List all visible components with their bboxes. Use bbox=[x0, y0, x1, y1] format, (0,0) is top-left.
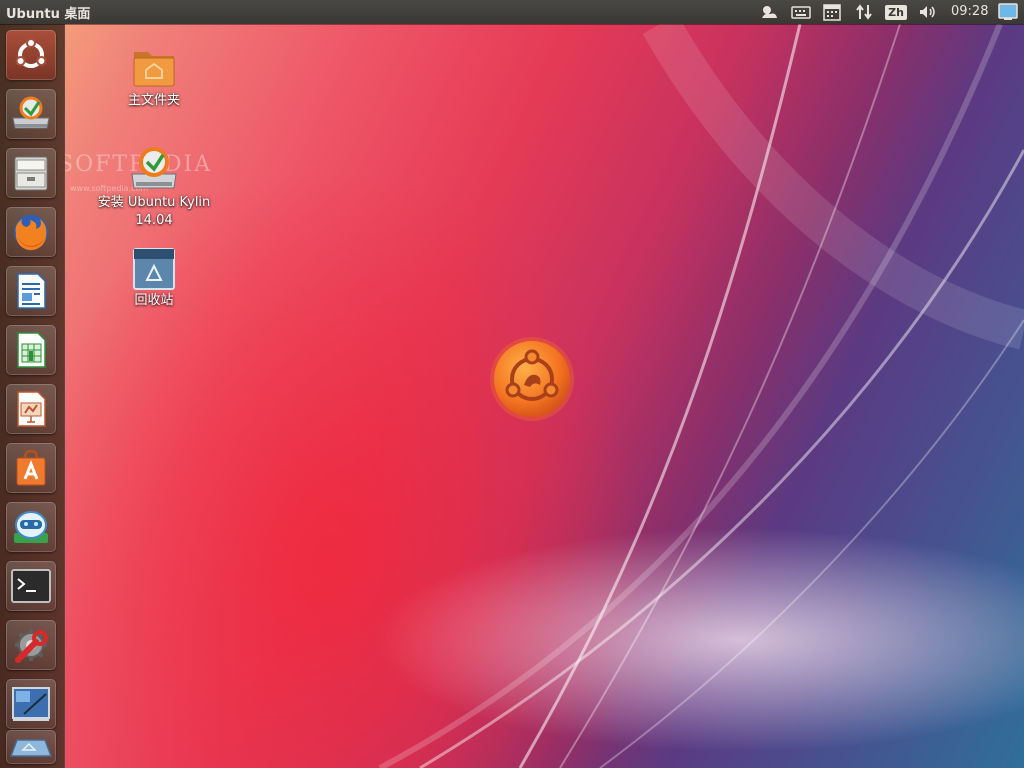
calendar-icon[interactable] bbox=[821, 2, 843, 22]
panel-title: Ubuntu 桌面 bbox=[6, 7, 91, 22]
trash-button[interactable] bbox=[6, 730, 56, 764]
keyboard-icon[interactable] bbox=[790, 2, 812, 22]
input-method-indicator[interactable]: Zh bbox=[885, 2, 907, 22]
trash-icon bbox=[9, 739, 53, 757]
volume-icon[interactable] bbox=[917, 2, 939, 22]
weather-icon[interactable] bbox=[758, 2, 780, 22]
files-button[interactable] bbox=[6, 148, 56, 198]
impress-presentation-icon bbox=[17, 391, 46, 427]
system-settings-button[interactable] bbox=[6, 620, 56, 670]
software-center-button[interactable] bbox=[6, 443, 56, 493]
installer-drive-icon bbox=[12, 96, 50, 129]
desktop-icon-label: 安装 Ubuntu Kylin 14.04 bbox=[97, 195, 211, 228]
desktop-icon-home-folder[interactable]: 主文件夹 bbox=[94, 44, 214, 110]
input-method-label: Zh bbox=[885, 4, 907, 20]
terminal-icon bbox=[11, 569, 51, 603]
firefox-icon bbox=[14, 215, 48, 251]
desktop-icon-label: 主文件夹 bbox=[127, 93, 180, 108]
desktop-icon-label: 回收站 bbox=[134, 293, 174, 308]
ubuntu-kylin-logo bbox=[490, 337, 574, 421]
desktop-icon-install-ubuntu-kylin[interactable]: 安装 Ubuntu Kylin 14.04 bbox=[94, 144, 214, 230]
top-panel: Ubuntu 桌面 Zh 09:28 bbox=[0, 0, 1024, 24]
terminal-button[interactable] bbox=[6, 561, 56, 611]
firefox-button[interactable] bbox=[6, 207, 56, 257]
robot-assistant-icon bbox=[14, 511, 48, 543]
writer-document-icon bbox=[17, 273, 46, 309]
clock[interactable]: 09:28 bbox=[951, 4, 988, 19]
installer-drive-icon bbox=[131, 147, 177, 189]
desktop-icon-trash[interactable]: 回收站 bbox=[94, 246, 214, 310]
home-folder-icon bbox=[133, 52, 175, 87]
software-bag-icon bbox=[16, 449, 46, 486]
trash-bin-icon bbox=[133, 248, 175, 290]
calc-spreadsheet-icon bbox=[17, 332, 46, 368]
session-menu-icon[interactable] bbox=[996, 2, 1020, 22]
workspace-switcher-button[interactable] bbox=[6, 679, 56, 729]
libreoffice-calc-button[interactable] bbox=[6, 325, 56, 375]
wrench-settings-icon bbox=[15, 629, 48, 663]
kylin-assistant-button[interactable] bbox=[6, 502, 56, 552]
workspace-switcher-icon bbox=[12, 687, 50, 721]
libreoffice-impress-button[interactable] bbox=[6, 384, 56, 434]
dash-home-button[interactable] bbox=[6, 30, 56, 80]
ubuntu-logo-icon bbox=[15, 38, 47, 68]
launcher bbox=[0, 24, 65, 768]
network-icon[interactable] bbox=[853, 2, 875, 22]
file-cabinet-icon bbox=[14, 156, 48, 191]
libreoffice-writer-button[interactable] bbox=[6, 266, 56, 316]
install-ubuntu-kylin-button[interactable] bbox=[6, 89, 56, 139]
